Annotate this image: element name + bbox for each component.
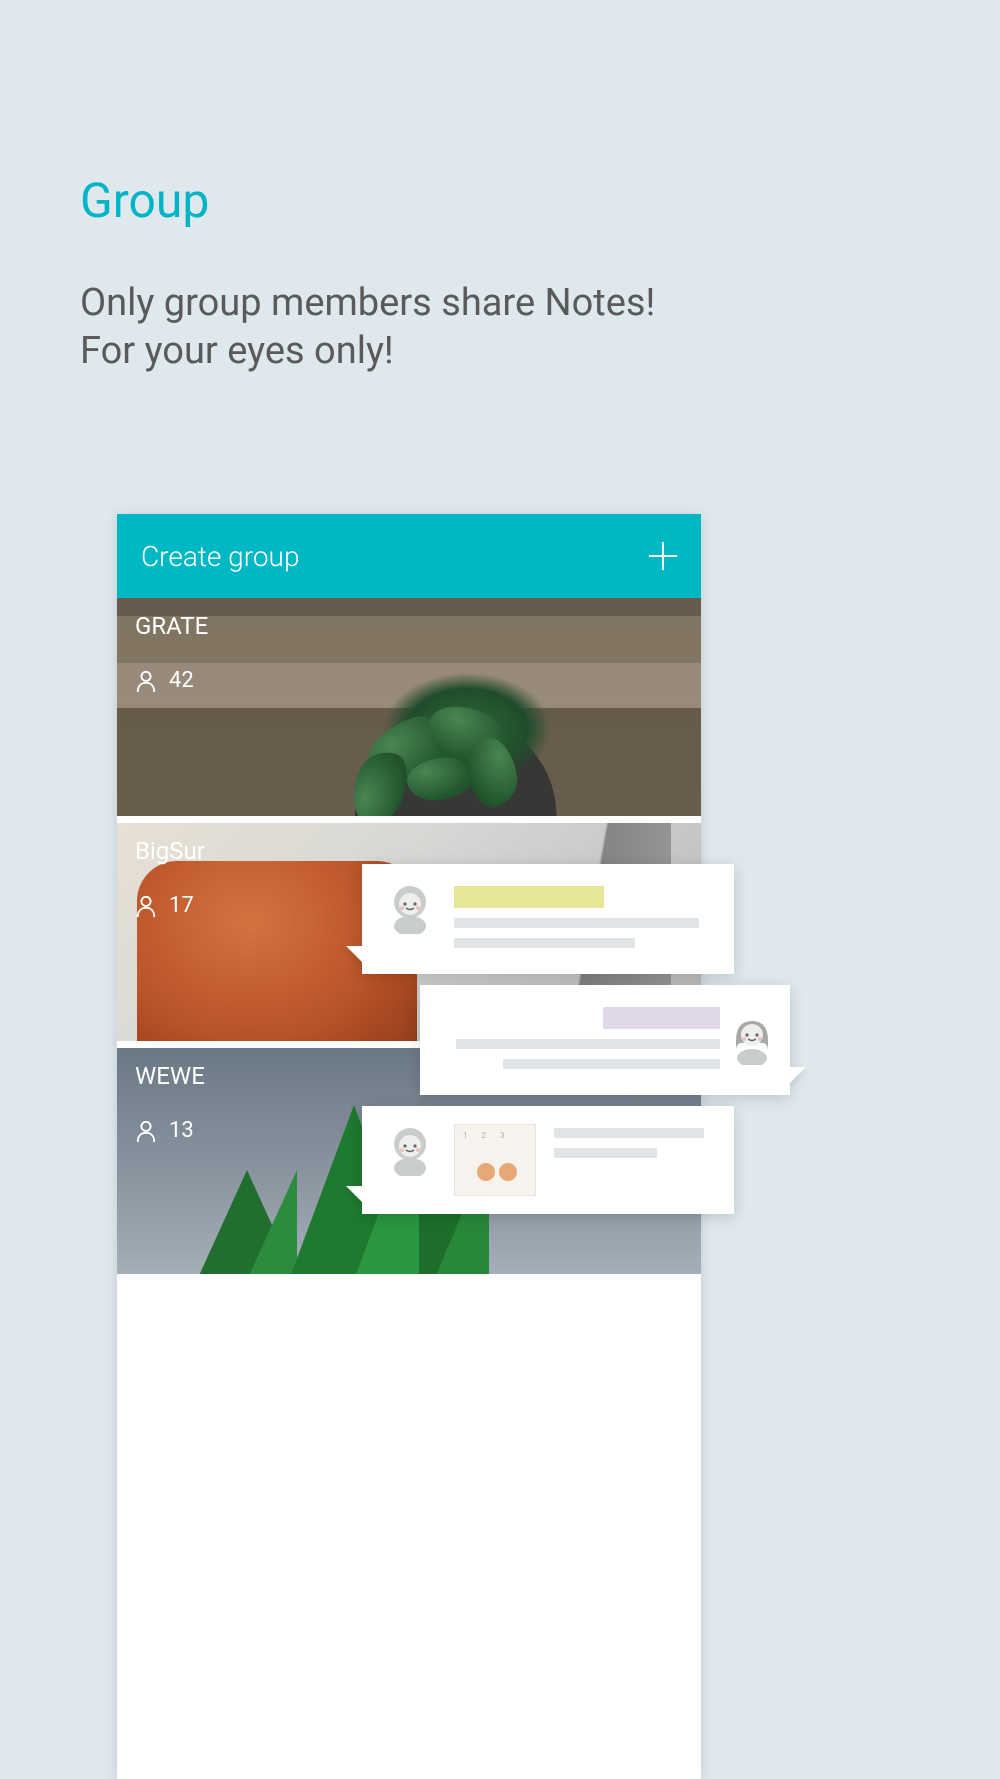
avatar-icon bbox=[384, 882, 436, 934]
member-row: 13 bbox=[135, 1118, 205, 1143]
create-group-label: Create group bbox=[141, 540, 299, 573]
group-name: WEWE bbox=[135, 1062, 205, 1090]
desc-line-2: For your eyes only! bbox=[80, 329, 394, 373]
plus-icon[interactable] bbox=[649, 542, 677, 570]
chat-bubble bbox=[420, 985, 790, 1095]
avatar-icon bbox=[726, 1013, 778, 1065]
chat-bubble bbox=[362, 864, 734, 974]
avatar-icon bbox=[384, 1124, 436, 1176]
member-count: 42 bbox=[169, 668, 194, 693]
attachment-thumbnail: 1 2 3 bbox=[454, 1124, 536, 1196]
page-title: Group bbox=[80, 172, 209, 229]
person-icon bbox=[135, 669, 157, 693]
message-lines bbox=[442, 1003, 720, 1069]
group-name: GRATE bbox=[135, 612, 208, 640]
thumbnail-numbers: 1 2 3 bbox=[463, 1131, 527, 1140]
member-row: 42 bbox=[135, 668, 208, 693]
message-lines bbox=[554, 1124, 712, 1158]
group-name: BigSur bbox=[135, 837, 205, 865]
member-count: 17 bbox=[169, 893, 194, 918]
group-card-grate[interactable]: GRATE 42 bbox=[117, 598, 701, 816]
page-description: Only group members share Notes! For your… bbox=[80, 280, 655, 375]
chat-bubble: 1 2 3 bbox=[362, 1106, 734, 1214]
bottom-blank-area bbox=[117, 1274, 701, 1779]
person-icon bbox=[135, 894, 157, 918]
message-lines bbox=[454, 882, 712, 948]
member-count: 13 bbox=[169, 1118, 194, 1143]
create-group-bar[interactable]: Create group bbox=[117, 514, 701, 598]
person-icon bbox=[135, 1119, 157, 1143]
member-row: 17 bbox=[135, 893, 205, 918]
desc-line-1: Only group members share Notes! bbox=[80, 281, 655, 325]
